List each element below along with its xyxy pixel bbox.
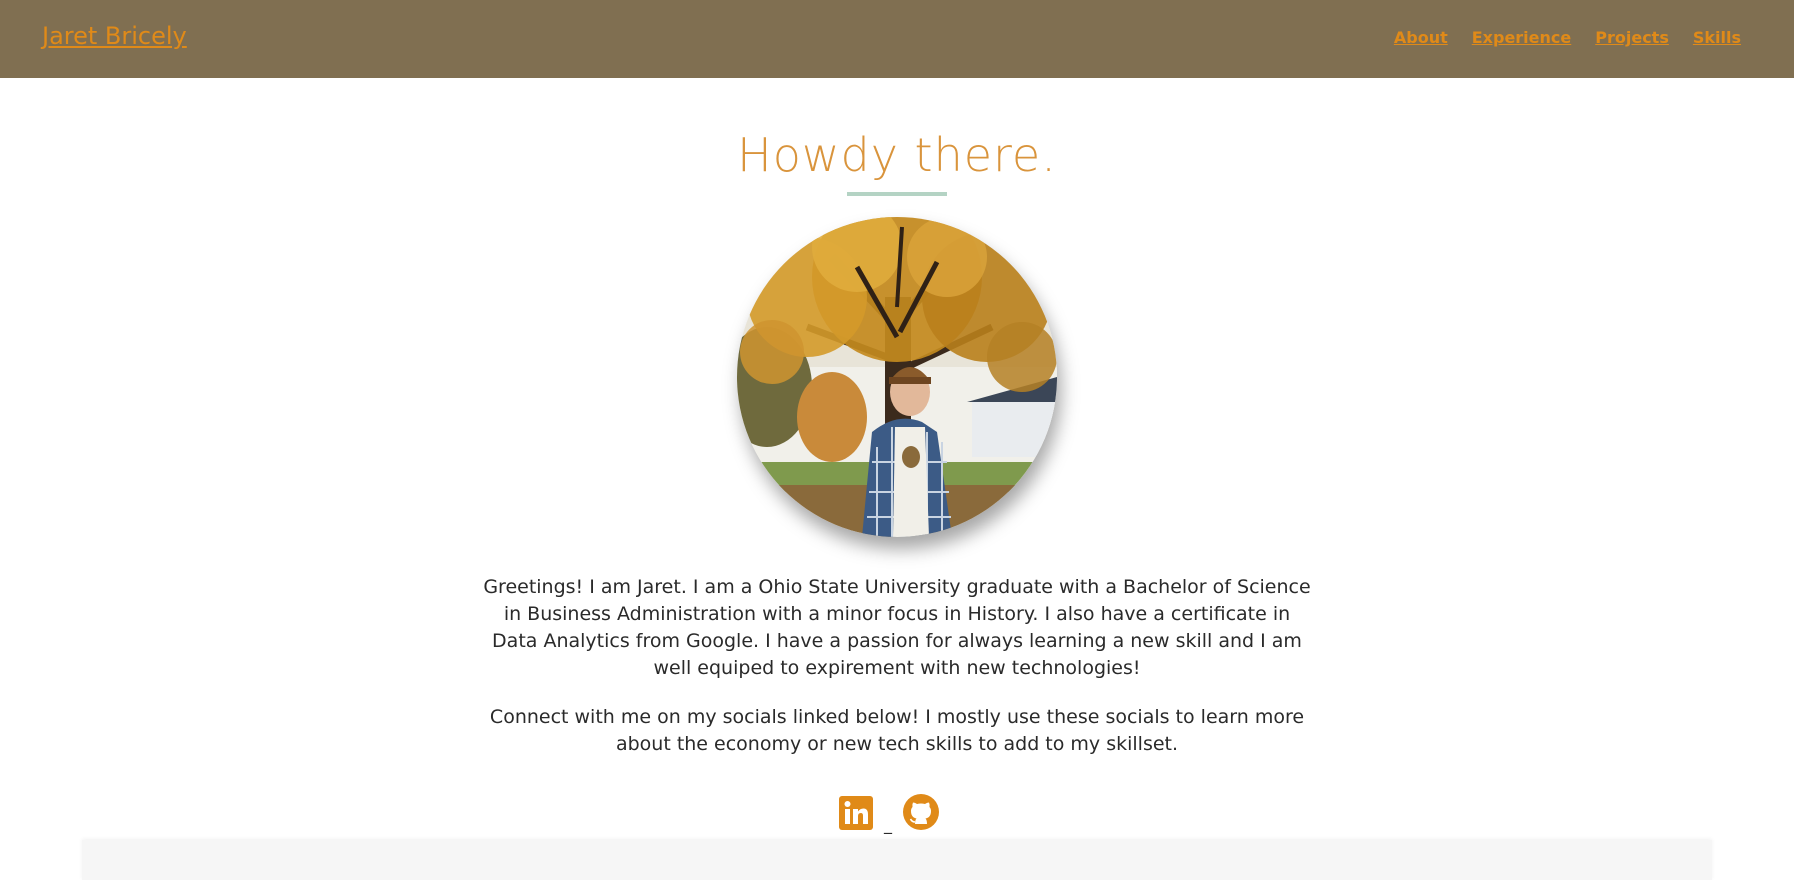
nav-link-skills[interactable]: Skills (1693, 28, 1741, 47)
brand-link[interactable]: Jaret Bricely (42, 22, 187, 50)
nav-link-about[interactable]: About (1394, 28, 1448, 47)
social-separator: _ (884, 815, 892, 834)
profile-photo (737, 217, 1057, 537)
connect-paragraph: Connect with me on my socials linked bel… (489, 706, 1305, 755)
nav-link-experience[interactable]: Experience (1472, 28, 1572, 47)
github-icon[interactable] (902, 793, 940, 835)
nav-links: About Experience Projects Skills (1394, 28, 1741, 47)
next-section-panel (82, 840, 1712, 880)
page-heading: Howdy there. (737, 128, 1057, 182)
navbar: Jaret Bricely About Experience Projects … (0, 0, 1794, 78)
heading-divider (847, 192, 947, 196)
intro-paragraph: Greetings! I am Jaret. I am a Ohio State… (483, 576, 1311, 679)
nav-link-projects[interactable]: Projects (1595, 28, 1669, 47)
linkedin-icon[interactable] (838, 795, 874, 835)
social-links: _ (838, 793, 940, 835)
